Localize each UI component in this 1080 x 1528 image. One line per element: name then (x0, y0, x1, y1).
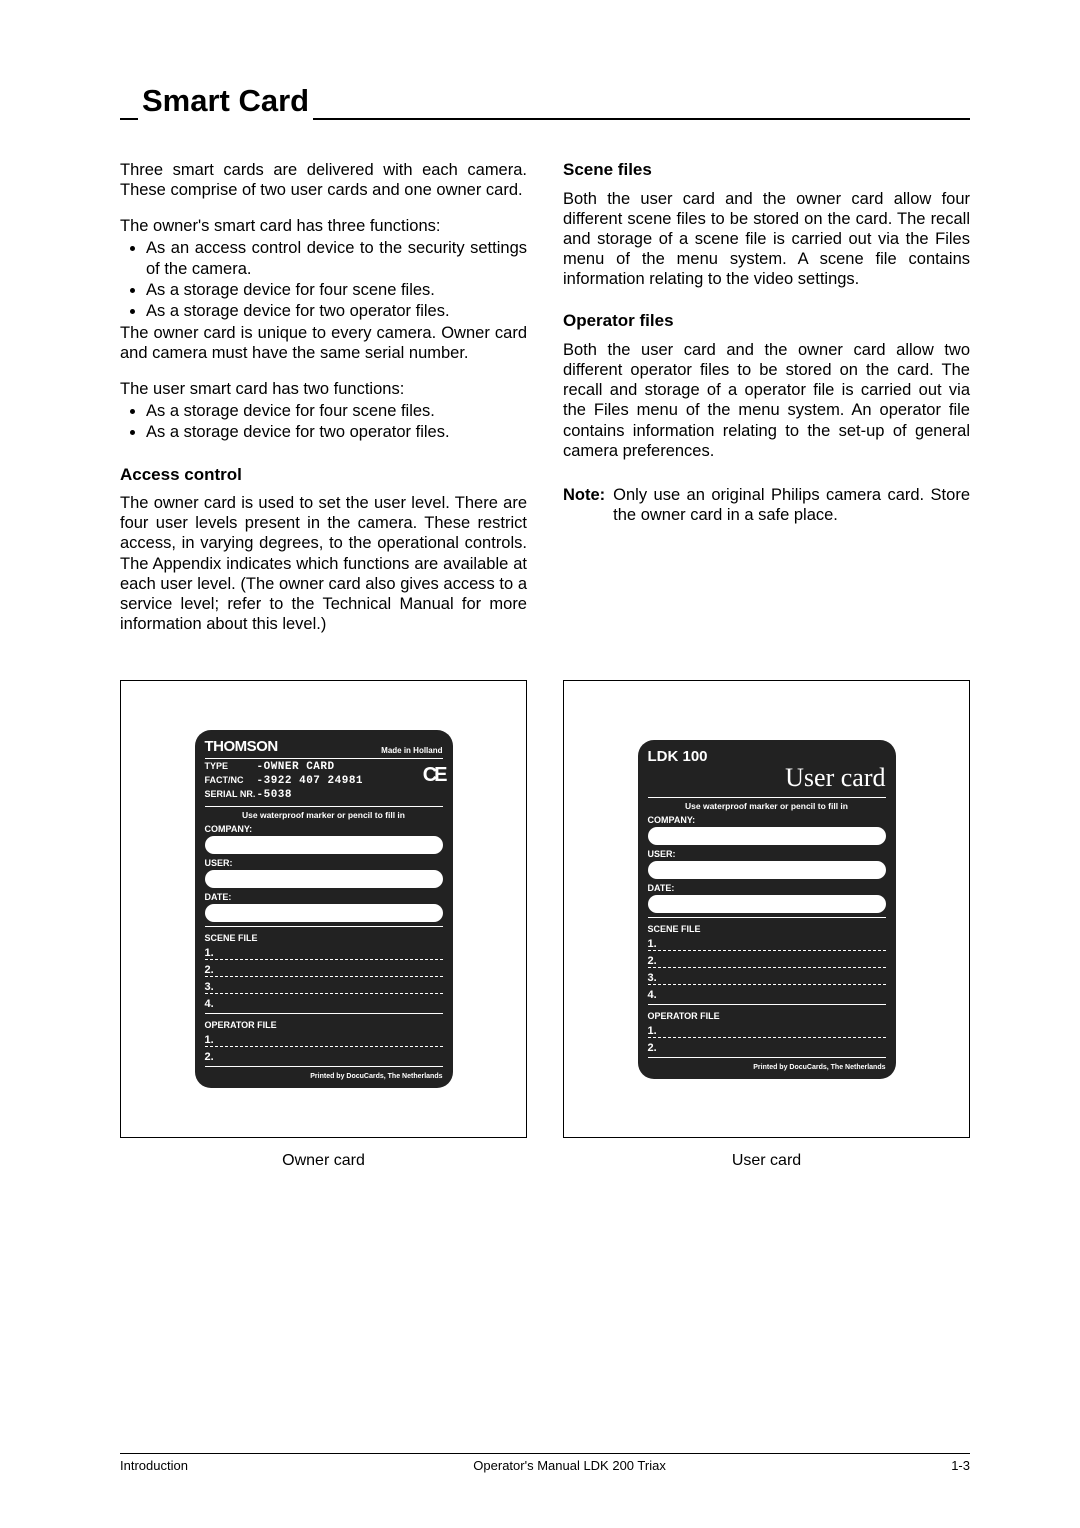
user-card-big-title: User card (785, 763, 885, 792)
user-smartcard: LDK 100 User card Use waterproof marker … (638, 740, 896, 1079)
access-control-heading: Access control (120, 465, 527, 486)
fill-instruction: Use waterproof marker or pencil to fill … (648, 801, 886, 811)
scene-line: 2. (205, 962, 443, 977)
list-item: As a storage device for four scene files… (146, 401, 527, 421)
footer-right: 1-3 (951, 1458, 970, 1473)
operator-file-label: OPERATOR FILE (648, 1011, 886, 1021)
company-field (205, 836, 443, 854)
scene-line: 4. (205, 996, 443, 1010)
scene-line: 3. (648, 970, 886, 985)
user-card-caption: User card (563, 1152, 970, 1170)
section-title: Smart Card (138, 83, 313, 121)
owner-functions-lead: The owner's smart card has three functio… (120, 216, 527, 236)
owner-card-info: CE TYPE-OWNER CARD FACT/NC-3922 407 2498… (205, 761, 443, 802)
scene-file-label: SCENE FILE (205, 933, 443, 943)
page-footer: Introduction Operator's Manual LDK 200 T… (120, 1453, 970, 1473)
date-field (648, 895, 886, 913)
op-line: 1. (648, 1023, 886, 1038)
scene-line: 1. (648, 936, 886, 951)
list-item: As a storage device for two operator fil… (146, 422, 527, 442)
model-label: LDK 100 (648, 748, 708, 765)
scene-files-body: Both the user card and the owner card al… (563, 189, 970, 290)
list-item: As an access control device to the secur… (146, 238, 527, 278)
list-item: As a storage device for two operator fil… (146, 301, 527, 321)
op-line: 2. (648, 1040, 886, 1054)
scene-file-label: SCENE FILE (648, 924, 886, 934)
fill-instruction: Use waterproof marker or pencil to fill … (205, 810, 443, 820)
owner-card-frame: THOMSON Made in Holland CE TYPE-OWNER CA… (120, 680, 527, 1138)
scene-line: 3. (205, 979, 443, 994)
user-label: USER: (205, 858, 233, 868)
scene-line: 4. (648, 987, 886, 1001)
scene-line: 1. (205, 945, 443, 960)
user-field (648, 861, 886, 879)
scene-line: 2. (648, 953, 886, 968)
owner-smartcard: THOMSON Made in Holland CE TYPE-OWNER CA… (195, 730, 453, 1087)
section-heading-row: Smart Card (120, 80, 970, 120)
company-label: COMPANY: (648, 815, 696, 825)
intro-paragraph: Three smart cards are delivered with eac… (120, 160, 527, 200)
user-label: USER: (648, 849, 676, 859)
owner-card-caption: Owner card (120, 1152, 527, 1170)
footer-center: Operator's Manual LDK 200 Triax (473, 1458, 666, 1473)
operator-files-heading: Operator files (563, 311, 970, 332)
owner-tail: The owner card is unique to every camera… (120, 323, 527, 363)
note-label: Note: (563, 485, 605, 525)
user-functions-lead: The user smart card has two functions: (120, 379, 527, 399)
note-body: Only use an original Philips camera card… (613, 485, 970, 525)
company-field (648, 827, 886, 845)
user-field (205, 870, 443, 888)
user-card-frame: LDK 100 User card Use waterproof marker … (563, 680, 970, 1138)
date-field (205, 904, 443, 922)
company-label: COMPANY: (205, 824, 253, 834)
access-control-body: The owner card is used to set the user l… (120, 493, 527, 634)
operator-file-label: OPERATOR FILE (205, 1020, 443, 1030)
op-line: 2. (205, 1049, 443, 1063)
footer-left: Introduction (120, 1458, 188, 1473)
op-line: 1. (205, 1032, 443, 1047)
left-column: Three smart cards are delivered with eac… (120, 160, 527, 650)
list-item: As a storage device for four scene files… (146, 280, 527, 300)
printed-by: Printed by DocuCards, The Netherlands (205, 1073, 443, 1080)
ce-mark-icon: CE (423, 763, 445, 788)
date-label: DATE: (205, 892, 232, 902)
made-in-label: Made in Holland (381, 746, 442, 755)
right-column: Scene files Both the user card and the o… (563, 160, 970, 650)
owner-functions-list: As an access control device to the secur… (120, 238, 527, 321)
date-label: DATE: (648, 883, 675, 893)
brand-label: THOMSON (205, 738, 278, 755)
user-functions-list: As a storage device for four scene files… (120, 401, 527, 442)
operator-files-body: Both the user card and the owner card al… (563, 340, 970, 461)
printed-by: Printed by DocuCards, The Netherlands (648, 1064, 886, 1071)
note-block: Note: Only use an original Philips camer… (563, 485, 970, 525)
scene-files-heading: Scene files (563, 160, 970, 181)
